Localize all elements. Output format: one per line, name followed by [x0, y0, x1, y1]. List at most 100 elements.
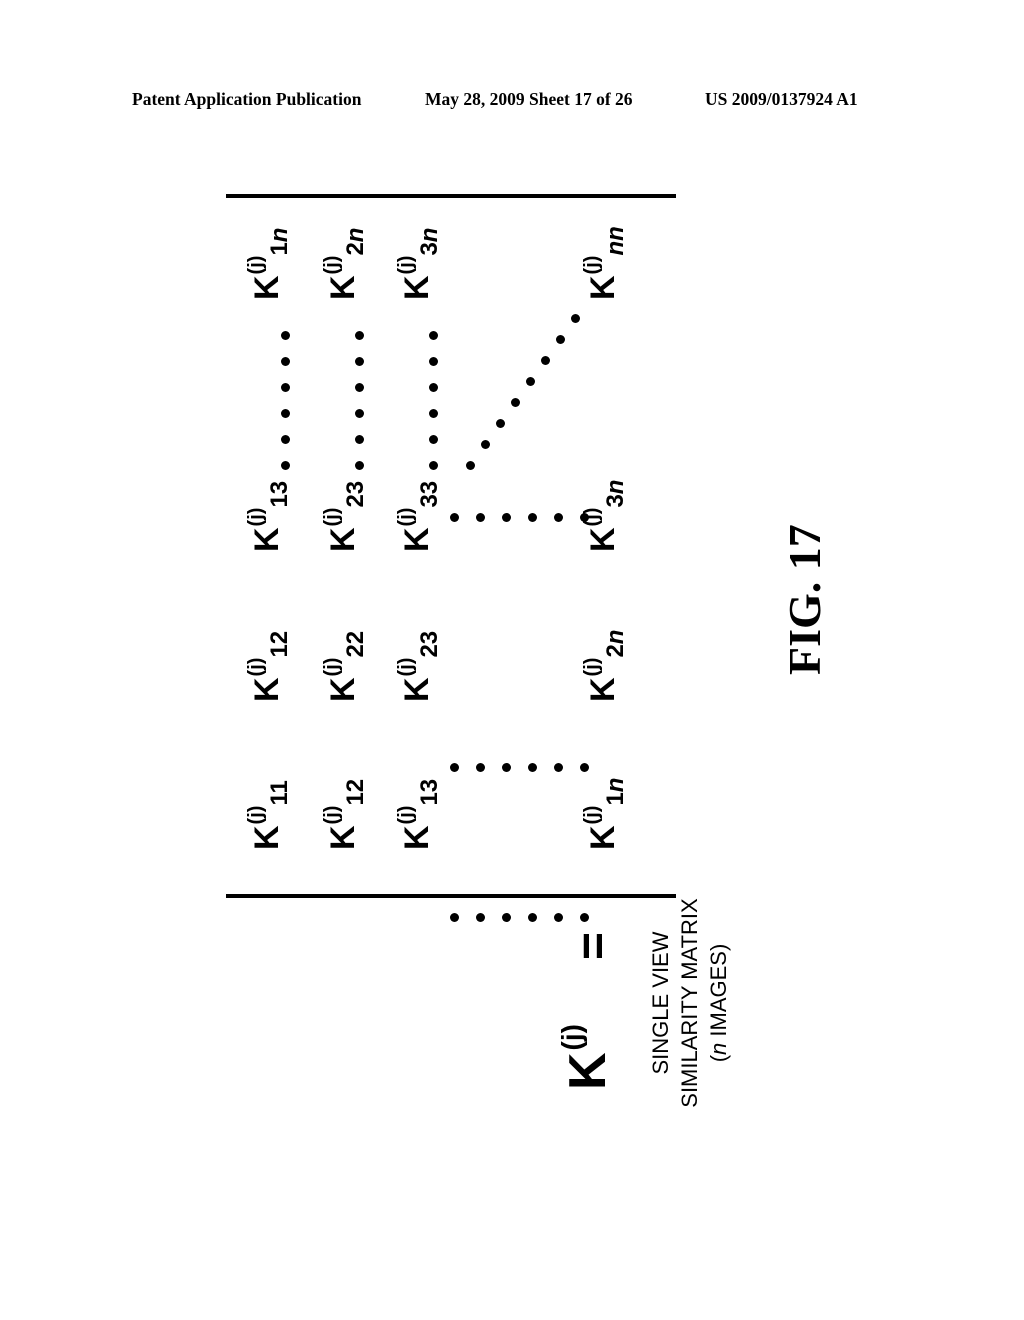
- ellipsis-dot: [496, 419, 505, 428]
- ellipsis-dot: [450, 763, 459, 772]
- entry-subscript: 23: [342, 480, 369, 508]
- date-sheet-label: May 28, 2009 Sheet 17 of 26: [425, 89, 633, 109]
- entry-subscript: 11: [266, 780, 293, 806]
- matrix-entry: K(j)12: [321, 779, 369, 850]
- entry-subscript: 33: [416, 480, 443, 508]
- ellipsis-dot: [571, 314, 580, 323]
- ellipsis-dot: [281, 409, 290, 418]
- ellipsis-dot: [429, 383, 438, 392]
- entry-superscript: (j): [395, 805, 417, 825]
- matrix-entry: K(j)3n: [581, 480, 629, 552]
- matrix-entry: K(j)2n: [581, 630, 629, 702]
- entry-base: K: [398, 677, 436, 702]
- entry-subscript: 2n: [602, 629, 629, 658]
- ellipsis-dot: [281, 357, 290, 366]
- entry-superscript: (j): [321, 657, 343, 677]
- entry-base: K: [324, 677, 362, 702]
- matrix-entry: K(j)2n: [321, 228, 369, 300]
- ellipsis-dot: [580, 513, 589, 522]
- entry-base: K: [324, 825, 362, 850]
- matrix-entry: K(j)11: [245, 780, 293, 850]
- equals-sign: =: [567, 931, 620, 960]
- entry-base: K: [398, 527, 436, 552]
- entry-subscript: 1n: [266, 227, 293, 256]
- caption-n: n: [706, 1042, 731, 1055]
- caption-paren: (: [706, 1054, 731, 1063]
- ellipsis-dot: [481, 440, 490, 449]
- entry-subscript: 12: [266, 630, 293, 658]
- matrix-entry: K(j)12: [245, 631, 293, 702]
- entry-base: K: [584, 677, 622, 702]
- entry-superscript: (j): [321, 507, 343, 527]
- matrix-entry: K(j)13: [395, 779, 443, 850]
- ellipsis-dot: [528, 513, 537, 522]
- ellipsis-dot: [502, 513, 511, 522]
- matrix-caption: SINGLE VIEW SIMILARITY MATRIX (n IMAGES): [646, 878, 733, 1128]
- entry-superscript: (j): [321, 805, 343, 825]
- matrix-left-bracket: [226, 894, 676, 898]
- entry-subscript: 3n: [416, 227, 443, 256]
- matrix-entry: K(j)1n: [581, 778, 629, 850]
- entry-subscript: 2n: [342, 227, 369, 256]
- entry-superscript: (j): [581, 255, 603, 275]
- ellipsis-dot: [355, 461, 364, 470]
- matrix-right-bracket: [226, 194, 676, 198]
- entry-subscript: 23: [416, 630, 443, 658]
- ellipsis-dot: [450, 913, 459, 922]
- entry-base: K: [584, 275, 622, 300]
- ellipsis-dot: [466, 461, 475, 470]
- ellipsis-dot: [554, 913, 563, 922]
- entry-base: K: [398, 825, 436, 850]
- entry-subscript: 22: [342, 630, 369, 658]
- entry-superscript: (j): [395, 507, 417, 527]
- matrix-entry: K(j)23: [321, 481, 369, 552]
- caption-line-3: (n IMAGES): [704, 878, 733, 1128]
- ellipsis-dot: [281, 383, 290, 392]
- matrix-entry: K(j)nn: [581, 226, 629, 300]
- ellipsis-dot: [429, 461, 438, 470]
- entry-superscript: (j): [245, 507, 267, 527]
- matrix-entry: K(j)3n: [395, 228, 443, 300]
- entry-superscript: (j): [321, 255, 343, 275]
- ellipsis-dot: [429, 331, 438, 340]
- figure-canvas: K(j) = SINGLE VIEW SIMILARITY MATRIX (n …: [200, 194, 900, 1180]
- ellipsis-dot: [580, 763, 589, 772]
- matrix-entry: K(j)23: [395, 631, 443, 702]
- entry-base: K: [248, 275, 286, 300]
- ellipsis-dot: [528, 913, 537, 922]
- matrix-entry: K(j)22: [321, 631, 369, 702]
- ellipsis-dot: [541, 356, 550, 365]
- entry-base: K: [584, 527, 622, 552]
- patent-number: US 2009/0137924 A1: [705, 89, 858, 109]
- entry-base: K: [324, 275, 362, 300]
- ellipsis-dot: [429, 409, 438, 418]
- ellipsis-dot: [528, 763, 537, 772]
- entry-superscript: (j): [395, 657, 417, 677]
- entry-superscript: (j): [581, 657, 603, 677]
- entry-subscript: 3n: [602, 479, 629, 508]
- caption-line-1: SINGLE VIEW: [648, 931, 673, 1075]
- matrix-entry: K(j)13: [245, 481, 293, 552]
- ellipsis-dot: [580, 913, 589, 922]
- ellipsis-dot: [476, 763, 485, 772]
- entry-subscript: 13: [266, 480, 293, 508]
- ellipsis-dot: [476, 913, 485, 922]
- lhs-base: K: [559, 1052, 617, 1090]
- ellipsis-dot: [554, 513, 563, 522]
- ellipsis-dot: [476, 513, 485, 522]
- entry-base: K: [248, 677, 286, 702]
- ellipsis-dot: [526, 377, 535, 386]
- publication-label: Patent Application Publication: [132, 89, 362, 109]
- matrix-entry: K(j)1n: [245, 228, 293, 300]
- ellipsis-dot: [355, 357, 364, 366]
- entry-superscript: (j): [395, 255, 417, 275]
- entry-superscript: (j): [581, 805, 603, 825]
- ellipsis-dot: [502, 913, 511, 922]
- ellipsis-dot: [281, 331, 290, 340]
- lhs-superscript: (j): [556, 1024, 587, 1051]
- matrix-symbol: K(j): [556, 1024, 617, 1090]
- caption-images: IMAGES): [706, 943, 731, 1043]
- ellipsis-dot: [355, 383, 364, 392]
- ellipsis-dot: [502, 763, 511, 772]
- entry-subscript: 13: [416, 778, 443, 806]
